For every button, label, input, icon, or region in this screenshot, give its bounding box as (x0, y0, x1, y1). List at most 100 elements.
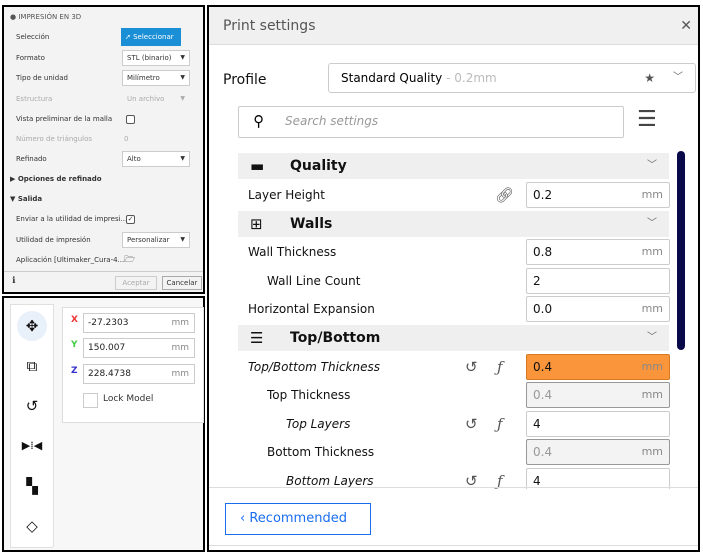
top-bottom-icon: ☰ (250, 329, 264, 347)
x-axis-label: X (71, 315, 78, 325)
dropdown-arrow-icon: ▼ (180, 95, 185, 102)
print-utility-label: Utilidad de impresión (16, 236, 91, 244)
refinement-label: Refinado (16, 155, 47, 163)
bottom-thickness-input[interactable]: 0.4 mm (526, 439, 670, 465)
chevron-left-icon: ‹ (240, 511, 250, 526)
chevron-down-icon: ﹀ (647, 218, 657, 229)
structure-label: Estructura (16, 95, 53, 103)
send-to-utility-checkbox[interactable]: ✓ (126, 215, 135, 224)
model-transform-panel: ✥ ⧉ ↺ ▶⁞◀ ▚ ◇ X -27.2303 mm Y 150.007 mm Z… (2, 296, 205, 552)
expand-icon: ▶ (10, 175, 18, 183)
profile-label: Profile (223, 72, 267, 88)
function-icon[interactable]: ƒ (497, 411, 503, 437)
wall-line-count-label: Wall Line Count (267, 274, 361, 288)
layer-height-label: Layer Height (248, 188, 325, 202)
folder-open-icon[interactable]: 🗁 (124, 252, 135, 268)
triangle-count-value: 0 (124, 135, 129, 143)
support-blocker-icon[interactable]: ◇ (17, 511, 47, 541)
top-layers-label: Top Layers (286, 417, 351, 431)
refine-options-toggle[interactable]: ▶ Opciones de refinado (10, 171, 102, 187)
wall-thickness-input[interactable]: 0.8 mm (526, 239, 670, 265)
top-bottom-thickness-input[interactable]: 0.4 mm (526, 354, 670, 380)
divider (209, 487, 698, 488)
chevron-down-icon: ﹀ (647, 160, 657, 171)
move-icon[interactable]: ✥ (17, 311, 47, 341)
layer-height-input[interactable]: 0.2 mm (526, 182, 670, 208)
bottom-layers-input[interactable]: 4 (526, 468, 670, 489)
bottom-layers-label: Bottom Layers (286, 474, 374, 488)
print-settings-panel: Print settings ✕ Profile Standard Qualit… (207, 5, 700, 552)
search-icon: ⚲ (253, 112, 264, 130)
scale-icon[interactable]: ⧉ (17, 351, 47, 381)
reset-icon[interactable]: ↺ (465, 411, 478, 437)
top-thickness-input[interactable]: 0.4 mm (526, 382, 670, 408)
wall-line-count-input[interactable]: 2 (526, 268, 670, 294)
top-layers-input[interactable]: 4 (526, 411, 670, 437)
mirror-icon[interactable]: ▶⁞◀ (17, 431, 47, 461)
collapse-icon: ▼ (10, 195, 18, 203)
scrollbar-thumb[interactable] (677, 151, 685, 350)
wall-thickness-label: Wall Thickness (248, 245, 337, 259)
refinement-select[interactable]: Alto ▼ (122, 151, 190, 167)
y-position-input[interactable]: 150.007 mm (83, 338, 195, 358)
category-quality[interactable]: ▬ Quality ﹀ (238, 153, 669, 179)
chevron-down-icon: ﹀ (647, 332, 657, 343)
lock-model-checkbox[interactable] (83, 393, 98, 408)
function-icon[interactable]: ƒ (497, 468, 503, 489)
star-icon[interactable]: ★ (644, 64, 655, 92)
z-axis-label: Z (71, 366, 78, 376)
panel-footer: ℹ Aceptar Cancelar (4, 271, 203, 292)
quality-icon: ▬ (250, 157, 265, 175)
select-button[interactable]: ➚ Seleccionar (121, 28, 181, 46)
profile-select[interactable]: Standard Quality - 0.2mm ★ ﹀ (328, 63, 696, 93)
rotate-icon[interactable]: ↺ (17, 391, 47, 421)
divider (209, 545, 698, 546)
cancel-button[interactable]: Cancelar (162, 276, 202, 290)
format-label: Formato (16, 54, 45, 62)
search-input[interactable]: ⚲ Search settings (238, 106, 624, 138)
move-tool-panel: X -27.2303 mm Y 150.007 mm Z 228.4738 mm Lo… (62, 307, 204, 423)
mesh-preview-label: Vista preliminar de la malla (16, 115, 113, 123)
horizontal-expansion-label: Horizontal Expansion (248, 302, 375, 316)
link-icon: 🔗︎ (495, 186, 515, 204)
output-toggle[interactable]: ▼ Salida (10, 191, 42, 207)
bottom-thickness-label: Bottom Thickness (267, 445, 375, 459)
reset-icon[interactable]: ↺ (465, 468, 478, 489)
dropdown-arrow-icon: ▼ (180, 155, 185, 162)
reset-icon[interactable]: ↺ (465, 354, 478, 380)
tool-bar: ✥ ⧉ ↺ ▶⁞◀ ▚ ◇ (10, 304, 54, 548)
category-walls[interactable]: ⊞ Walls ﹀ (238, 211, 669, 237)
top-bottom-thickness-label: Top/Bottom Thickness (248, 360, 380, 374)
settings-menu-icon[interactable]: ☰ (637, 107, 657, 132)
accept-button[interactable]: Aceptar (115, 276, 157, 290)
panel-header[interactable]: ● IMPRESIÓN EN 3D (10, 9, 81, 25)
lock-model-label: Lock Model (103, 394, 154, 404)
panel-title: Print settings (209, 7, 698, 45)
export-3d-print-panel: ● IMPRESIÓN EN 3D Selección ➚ Selecciona… (2, 5, 205, 294)
unit-type-select[interactable]: Milímetro ▼ (122, 70, 190, 86)
dropdown-arrow-icon: ▼ (180, 54, 185, 61)
dropdown-arrow-icon: ▼ (180, 74, 185, 81)
per-model-settings-icon[interactable]: ▚ (17, 471, 47, 501)
format-select[interactable]: STL (binario) ▼ (122, 50, 190, 66)
top-thickness-label: Top Thickness (267, 388, 351, 402)
info-icon[interactable]: ℹ (12, 276, 15, 286)
close-icon[interactable]: ✕ (680, 7, 692, 45)
selection-label: Selección (16, 33, 50, 41)
z-position-input[interactable]: 228.4738 mm (83, 364, 195, 384)
category-top-bottom[interactable]: ☰ Top/Bottom ﹀ (238, 325, 669, 351)
recommended-button[interactable]: ‹ Recommended (225, 503, 371, 535)
mesh-preview-checkbox[interactable] (126, 115, 135, 124)
print-utility-select[interactable]: Personalizar ▼ (122, 232, 190, 248)
function-icon[interactable]: ƒ (497, 354, 503, 380)
y-axis-label: Y (71, 340, 78, 350)
walls-icon: ⊞ (250, 215, 263, 233)
settings-list: ▬ Quality ﹀ Layer Height 🔗︎ 0.2 mm ⊞ Walls ﹀ … (209, 149, 698, 489)
dropdown-arrow-icon: ▼ (180, 236, 185, 243)
triangle-count-label: Número de triángulos (16, 135, 93, 143)
unit-type-label: Tipo de unidad (16, 74, 68, 82)
chevron-down-icon: ﹀ (673, 72, 683, 83)
application-label: Aplicación [Ultimaker_Cura-4... (16, 256, 125, 264)
x-position-input[interactable]: -27.2303 mm (83, 313, 195, 333)
horizontal-expansion-input[interactable]: 0.0 mm (526, 296, 670, 322)
